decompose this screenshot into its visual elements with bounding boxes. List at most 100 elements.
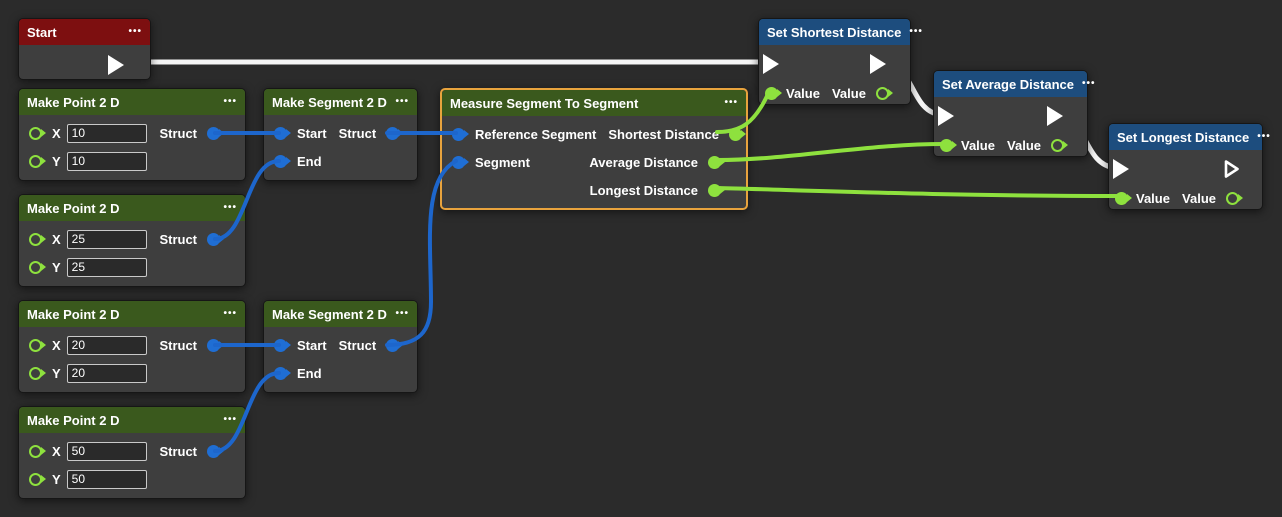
menu-icon[interactable]: ••• <box>215 309 237 319</box>
menu-icon[interactable]: ••• <box>215 415 237 425</box>
output-label: Longest Distance <box>590 183 698 198</box>
node-title: Make Segment 2 D <box>272 95 387 110</box>
wire-longest-distance-to-set-longest[interactable] <box>717 188 1119 196</box>
node-title: Start <box>27 25 57 40</box>
menu-icon[interactable]: ••• <box>387 309 409 319</box>
value-out-label: Value <box>1007 138 1041 153</box>
value-in-label: Value <box>786 86 820 101</box>
input-label: Start <box>297 338 327 353</box>
menu-icon[interactable]: ••• <box>716 98 738 108</box>
node-title: Set Longest Distance <box>1117 130 1249 145</box>
node-header[interactable]: Make Point 2 D ••• <box>19 195 245 221</box>
x-input-pin[interactable] <box>29 445 42 458</box>
x-value-input[interactable] <box>67 124 147 143</box>
value-output-pin[interactable] <box>1226 192 1239 205</box>
node-title: Make Segment 2 D <box>272 307 387 322</box>
y-input-pin[interactable] <box>29 367 42 380</box>
value-output-pin[interactable] <box>876 87 889 100</box>
value-input-pin[interactable] <box>1115 192 1128 205</box>
exec-in-pin[interactable] <box>763 54 779 74</box>
node-title: Make Point 2 D <box>27 307 119 322</box>
node-title: Make Point 2 D <box>27 95 119 110</box>
node-make-point-1[interactable]: Make Point 2 D ••• X Struct Y <box>18 88 246 181</box>
menu-icon[interactable]: ••• <box>387 97 409 107</box>
menu-icon[interactable]: ••• <box>1074 79 1096 89</box>
input-label: Start <box>297 126 327 141</box>
node-set-average-distance[interactable]: Set Average Distance ••• Value Value <box>933 70 1088 157</box>
y-value-input[interactable] <box>67 364 147 383</box>
input-label: End <box>297 366 322 381</box>
x-value-input[interactable] <box>67 230 147 249</box>
node-measure-segment-to-segment[interactable]: Measure Segment To Segment ••• Reference… <box>440 88 748 210</box>
value-out-label: Value <box>1182 191 1216 206</box>
node-title: Set Average Distance <box>942 77 1074 92</box>
x-input-pin[interactable] <box>29 339 42 352</box>
node-header[interactable]: Make Point 2 D ••• <box>19 407 245 433</box>
input-label: Y <box>52 260 61 275</box>
menu-icon[interactable]: ••• <box>215 203 237 213</box>
y-value-input[interactable] <box>67 258 147 277</box>
menu-icon[interactable]: ••• <box>120 27 142 37</box>
node-make-point-2[interactable]: Make Point 2 D ••• X Struct Y <box>18 194 246 287</box>
menu-icon[interactable]: ••• <box>901 27 923 37</box>
node-set-shortest-distance[interactable]: Set Shortest Distance ••• Value Value <box>758 18 911 105</box>
output-label: Struct <box>159 444 197 459</box>
node-header[interactable]: Set Longest Distance ••• <box>1109 124 1262 150</box>
input-label: End <box>297 154 322 169</box>
x-input-pin[interactable] <box>29 127 42 140</box>
node-header[interactable]: Make Segment 2 D ••• <box>264 301 417 327</box>
output-label: Struct <box>339 126 377 141</box>
y-value-input[interactable] <box>67 152 147 171</box>
input-label: Y <box>52 366 61 381</box>
input-label: X <box>52 444 61 459</box>
input-label: X <box>52 126 61 141</box>
node-header[interactable]: Set Shortest Distance ••• <box>759 19 910 45</box>
node-header[interactable]: Make Point 2 D ••• <box>19 89 245 115</box>
menu-icon[interactable]: ••• <box>215 97 237 107</box>
output-label: Struct <box>159 232 197 247</box>
node-header[interactable]: Start ••• <box>19 19 150 45</box>
y-input-pin[interactable] <box>29 473 42 486</box>
value-in-label: Value <box>961 138 995 153</box>
node-header[interactable]: Make Segment 2 D ••• <box>264 89 417 115</box>
exec-in-pin[interactable] <box>938 106 954 126</box>
input-label: Y <box>52 154 61 169</box>
input-label: X <box>52 338 61 353</box>
node-header[interactable]: Make Point 2 D ••• <box>19 301 245 327</box>
node-title: Make Point 2 D <box>27 413 119 428</box>
value-in-label: Value <box>1136 191 1170 206</box>
input-label: Reference Segment <box>475 127 596 142</box>
exec-out-pin[interactable] <box>1047 106 1063 126</box>
node-header[interactable]: Measure Segment To Segment ••• <box>442 90 746 116</box>
exec-out-pin[interactable] <box>1224 159 1240 179</box>
node-set-longest-distance[interactable]: Set Longest Distance ••• Value Value <box>1108 123 1263 210</box>
node-header[interactable]: Set Average Distance ••• <box>934 71 1087 97</box>
node-start[interactable]: Start ••• <box>18 18 151 80</box>
node-title: Set Shortest Distance <box>767 25 901 40</box>
average-distance-output-pin[interactable] <box>708 156 721 169</box>
x-input-pin[interactable] <box>29 233 42 246</box>
value-output-pin[interactable] <box>1051 139 1064 152</box>
exec-out-pin[interactable] <box>870 54 886 74</box>
exec-out-pin[interactable] <box>108 55 124 75</box>
output-label: Shortest Distance <box>608 127 719 142</box>
output-label: Struct <box>159 126 197 141</box>
y-input-pin[interactable] <box>29 261 42 274</box>
output-label: Struct <box>159 338 197 353</box>
input-label: Segment <box>475 155 530 170</box>
x-value-input[interactable] <box>67 442 147 461</box>
y-value-input[interactable] <box>67 470 147 489</box>
x-value-input[interactable] <box>67 336 147 355</box>
input-label: X <box>52 232 61 247</box>
node-make-point-3[interactable]: Make Point 2 D ••• X Struct Y <box>18 300 246 393</box>
y-input-pin[interactable] <box>29 155 42 168</box>
node-make-point-4[interactable]: Make Point 2 D ••• X Struct Y <box>18 406 246 499</box>
wire-average-distance-to-set-average[interactable] <box>717 144 944 160</box>
value-out-label: Value <box>832 86 866 101</box>
exec-in-pin[interactable] <box>1113 159 1129 179</box>
node-graph-canvas[interactable]: Start ••• Make Point 2 D ••• X Struct <box>0 0 1282 517</box>
node-title: Make Point 2 D <box>27 201 119 216</box>
output-label: Struct <box>339 338 377 353</box>
menu-icon[interactable]: ••• <box>1249 132 1271 142</box>
node-title: Measure Segment To Segment <box>450 96 638 111</box>
